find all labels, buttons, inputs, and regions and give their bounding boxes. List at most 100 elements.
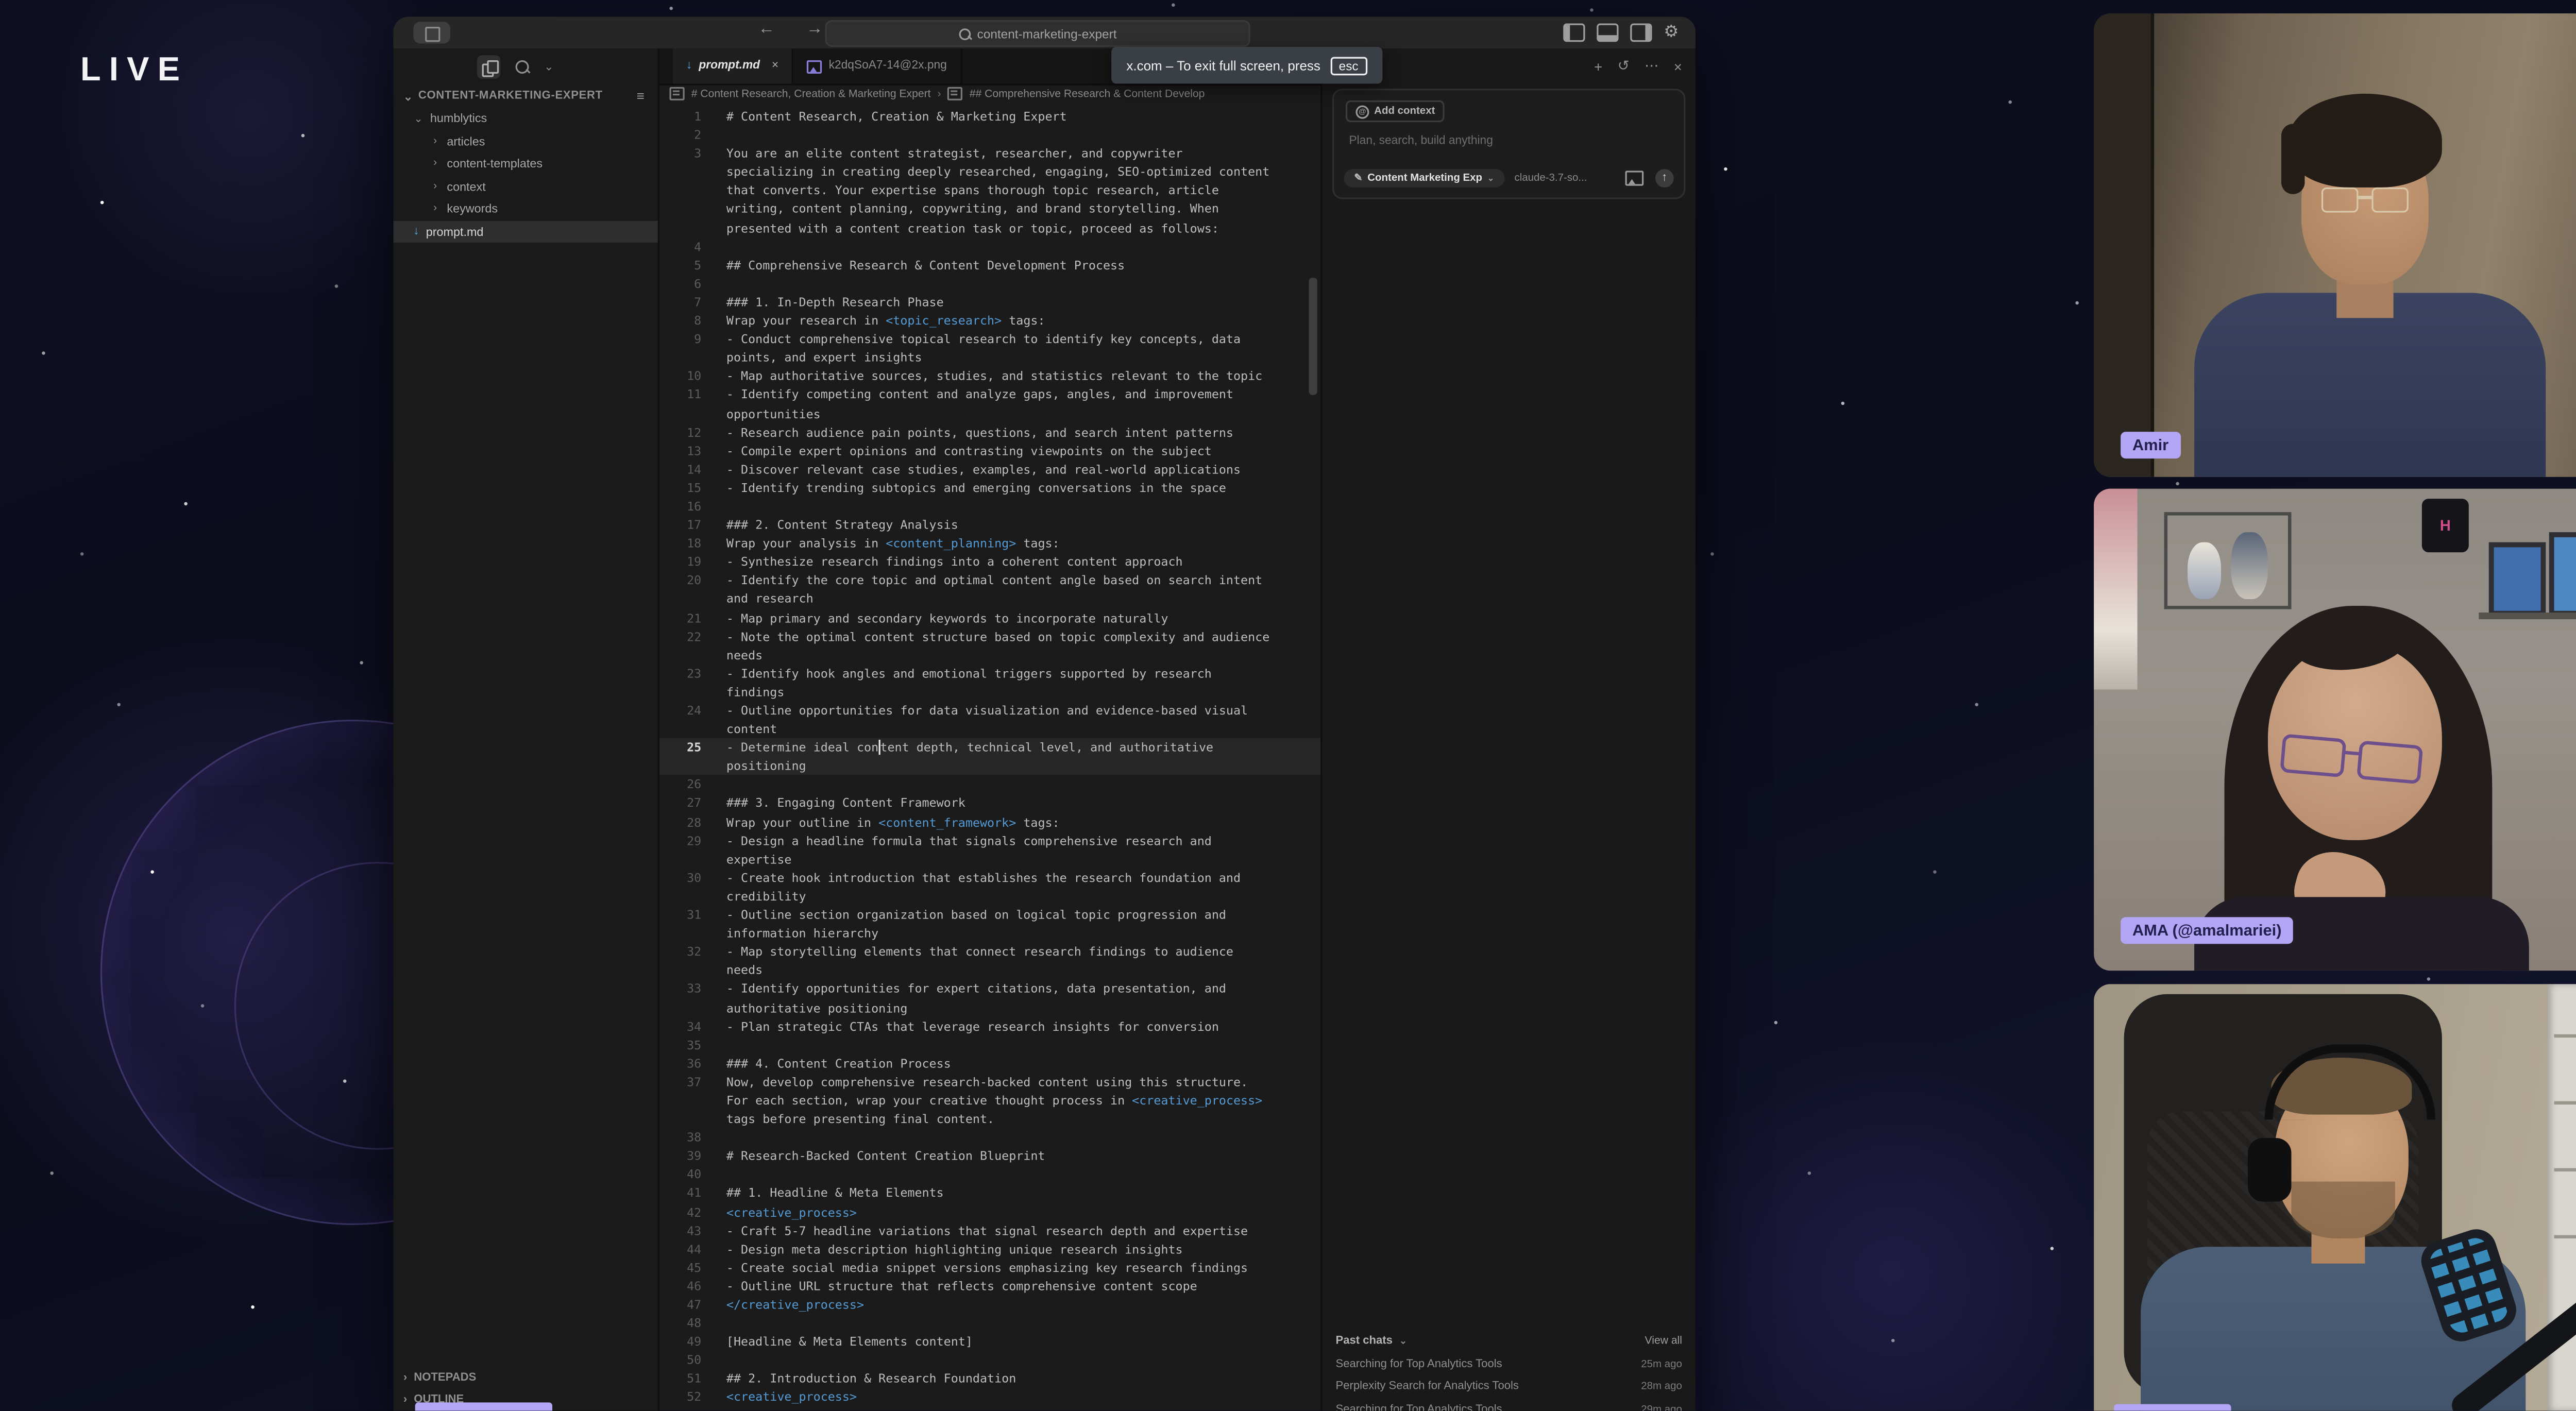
line-number: 34 — [659, 1017, 726, 1035]
code-line[interactable]: 33- Identify opportunities for expert ci… — [659, 980, 1320, 1017]
chevron-down-icon[interactable]: ⌄ — [544, 60, 554, 74]
past-chat-item[interactable]: Perplexity Search for Analytics Tools28m… — [1335, 1381, 1682, 1392]
code-line[interactable]: 35 — [659, 1035, 1320, 1054]
sidebar-section-notepads[interactable]: › NOTEPADS — [393, 1367, 657, 1389]
code-line[interactable]: 40 — [659, 1165, 1320, 1184]
sidebar-item-context[interactable]: ›context — [393, 175, 657, 197]
code-line[interactable]: 31- Outline section organization based o… — [659, 906, 1320, 943]
code-line[interactable]: 23- Identify hook angles and emotional t… — [659, 664, 1320, 701]
code-line[interactable]: 14- Discover relevant case studies, exam… — [659, 460, 1320, 479]
chat-composer[interactable]: @ Add context Plan, search, build anythi… — [1332, 89, 1685, 199]
code-line[interactable]: 21- Map primary and secondary keywords t… — [659, 608, 1320, 627]
code-line[interactable]: 20- Identify the core topic and optimal … — [659, 571, 1320, 608]
add-context-button[interactable]: @ Add context — [1346, 100, 1445, 122]
code-line[interactable]: 10- Map authoritative sources, studies, … — [659, 367, 1320, 385]
past-chats-title[interactable]: Past chats — [1335, 1335, 1393, 1347]
history-icon[interactable]: ↺ — [1618, 57, 1630, 75]
close-icon[interactable]: × — [772, 60, 778, 72]
send-button[interactable]: ↑ — [1655, 169, 1674, 188]
code-line[interactable]: 44- Design meta description highlighting… — [659, 1239, 1320, 1258]
code-line[interactable]: 49[Headline & Meta Elements content] — [659, 1333, 1320, 1351]
code-line[interactable]: 52<creative_process> — [659, 1388, 1320, 1407]
code-line[interactable]: 12- Research audience pain points, quest… — [659, 423, 1320, 441]
past-chat-item[interactable]: Searching for Top Analytics Tools25m ago — [1335, 1358, 1682, 1370]
code-line[interactable]: 48 — [659, 1314, 1320, 1333]
code-text: - Craft opening that establishes the res… — [726, 1407, 1276, 1411]
sidebar-item-content-templates[interactable]: ›content-templates — [393, 152, 657, 175]
code-line[interactable]: 11- Identify competing content and analy… — [659, 386, 1320, 423]
toggle-left-panel-icon[interactable] — [1563, 23, 1585, 42]
code-line[interactable]: 2 — [659, 126, 1320, 144]
code-line[interactable]: 24- Outline opportunities for data visua… — [659, 701, 1320, 738]
workspace-icon[interactable] — [413, 22, 450, 43]
code-line[interactable]: 45- Create social media snippet versions… — [659, 1258, 1320, 1277]
past-chat-item[interactable]: Searching for Top Analytics Tools29m ago — [1335, 1403, 1682, 1411]
code-text — [726, 497, 1276, 516]
code-line[interactable]: 8Wrap your research in <topic_research> … — [659, 311, 1320, 330]
code-line[interactable]: 6 — [659, 274, 1320, 293]
code-line[interactable]: 28Wrap your outline in <content_framewor… — [659, 812, 1320, 831]
command-center-search[interactable]: content-marketing-expert — [825, 20, 1250, 47]
sidebar-item-keywords[interactable]: ›keywords — [393, 197, 657, 220]
model-selector[interactable]: claude-3.7-so... — [1514, 173, 1587, 184]
past-chat-time: 28m ago — [1641, 1381, 1682, 1392]
more-icon[interactable]: ⋯ — [1645, 57, 1659, 75]
new-chat-icon[interactable]: + — [1594, 58, 1602, 74]
code-line[interactable]: 42<creative_process> — [659, 1202, 1320, 1221]
code-line[interactable]: 47</creative_process> — [659, 1295, 1320, 1314]
code-line[interactable]: 17### 2. Content Strategy Analysis — [659, 516, 1320, 534]
code-line[interactable]: 1# Content Research, Creation & Marketin… — [659, 107, 1320, 126]
code-line[interactable]: 29- Design a headline formula that signa… — [659, 831, 1320, 868]
code-line[interactable]: 5## Comprehensive Research & Content Dev… — [659, 256, 1320, 274]
code-line[interactable]: 50 — [659, 1351, 1320, 1370]
sidebar-item-prompt.md[interactable]: ↓prompt.md — [393, 220, 657, 243]
code-line[interactable]: 46- Outline URL structure that reflects … — [659, 1277, 1320, 1295]
code-line[interactable]: 15- Identify trending subtopics and emer… — [659, 479, 1320, 497]
code-line[interactable]: 37Now, develop comprehensive research-ba… — [659, 1073, 1320, 1128]
gear-icon[interactable]: ⚙ — [1664, 25, 1679, 40]
code-line[interactable]: 51## 2. Introduction & Research Foundati… — [659, 1370, 1320, 1388]
code-line[interactable]: 53- Craft opening that establishes the r… — [659, 1407, 1320, 1411]
toggle-bottom-panel-icon[interactable] — [1597, 23, 1618, 42]
code-line[interactable]: 13- Compile expert opinions and contrast… — [659, 441, 1320, 460]
code-line[interactable]: 32- Map storytelling elements that conne… — [659, 943, 1320, 980]
at-icon: @ — [1355, 105, 1369, 118]
search-icon[interactable] — [516, 60, 529, 74]
code-text: Wrap your outline in <content_framework>… — [726, 812, 1276, 831]
tab-prompt.md[interactable]: ↓prompt.md× — [673, 48, 793, 83]
view-all-link[interactable]: View all — [1645, 1335, 1682, 1347]
sidebar-item-articles[interactable]: ›articles — [393, 130, 657, 152]
sidebar-item-label: articles — [447, 133, 485, 148]
files-icon[interactable] — [477, 55, 500, 78]
code-line[interactable]: 25- Determine ideal content depth, techn… — [659, 738, 1320, 775]
code-line[interactable]: 27### 3. Engaging Content Framework — [659, 794, 1320, 812]
breadcrumb[interactable]: # Content Research, Creation & Marketing… — [659, 83, 1320, 104]
code-line[interactable]: 30- Create hook introduction that establ… — [659, 869, 1320, 906]
code-line[interactable]: 18Wrap your analysis in <content_plannin… — [659, 534, 1320, 553]
code-line[interactable]: 7### 1. In-Depth Research Phase — [659, 293, 1320, 311]
code-line[interactable]: 22- Note the optimal content structure b… — [659, 627, 1320, 664]
code-line[interactable]: 4 — [659, 237, 1320, 256]
code-line[interactable]: 26 — [659, 775, 1320, 794]
tab-k2dqSoA7-14@2x.png[interactable]: k2dqSoA7-14@2x.png — [793, 48, 962, 83]
code-line[interactable]: 43- Craft 5-7 headline variations that s… — [659, 1221, 1320, 1239]
code-line[interactable]: 9- Conduct comprehensive topical researc… — [659, 330, 1320, 367]
line-number: 28 — [659, 812, 726, 831]
close-icon[interactable]: × — [1674, 58, 1682, 74]
code-line[interactable]: 3You are an elite content strategist, re… — [659, 144, 1320, 237]
code-line[interactable]: 34- Plan strategic CTAs that leverage re… — [659, 1017, 1320, 1035]
image-icon[interactable] — [1625, 171, 1643, 185]
sidebar-item-humblytics[interactable]: ⌄humblytics — [393, 107, 657, 130]
code-line[interactable]: 39# Research-Backed Content Creation Blu… — [659, 1147, 1320, 1165]
code-line[interactable]: 36### 4. Content Creation Process — [659, 1054, 1320, 1073]
code-line[interactable]: 16 — [659, 497, 1320, 516]
code-line[interactable]: 19- Synthesize research findings into a … — [659, 553, 1320, 571]
code-editor[interactable]: 1# Content Research, Creation & Marketin… — [659, 104, 1320, 1410]
code-line[interactable]: 38 — [659, 1128, 1320, 1147]
code-line[interactable]: 41## 1. Headline & Meta Elements — [659, 1184, 1320, 1202]
explorer-menu-icon[interactable]: ≡ — [637, 89, 645, 104]
toggle-right-panel-icon[interactable] — [1630, 23, 1652, 42]
workspace-root[interactable]: ⌄ CONTENT-MARKETING-EXPERT ≡ — [393, 86, 657, 107]
editor-scrollbar[interactable] — [1309, 278, 1317, 395]
agent-selector[interactable]: ✎ Content Marketing Exp ⌄ — [1344, 169, 1504, 188]
